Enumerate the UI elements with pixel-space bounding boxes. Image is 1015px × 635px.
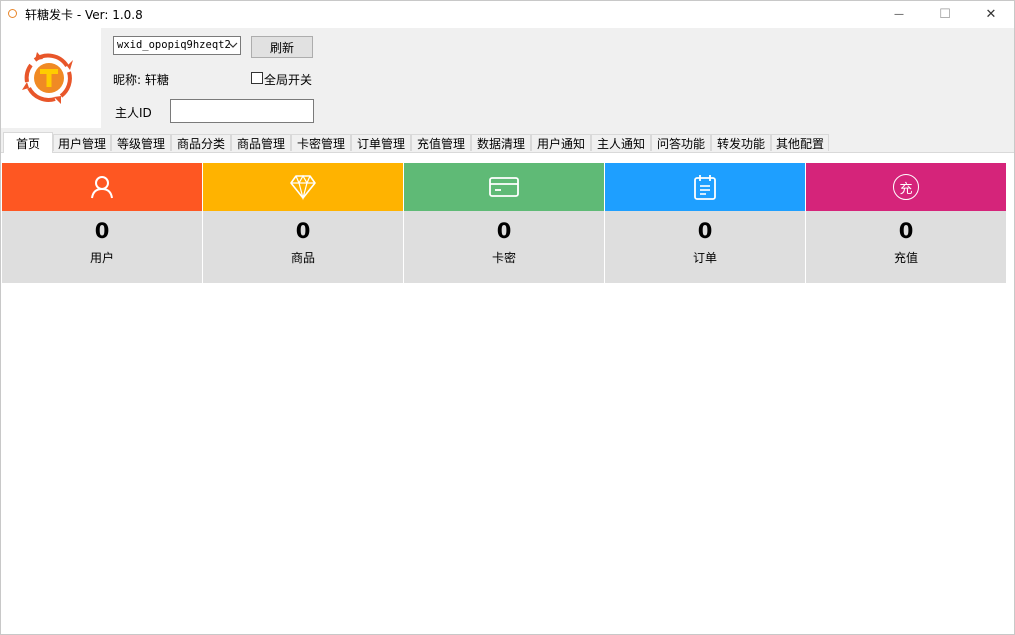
card-icon (489, 177, 519, 197)
stat-label: 商品 (290, 251, 315, 265)
tab-order-management[interactable]: 订单管理 (351, 134, 411, 151)
clipboard-icon (694, 175, 716, 200)
recharge-icon-text: 充 (899, 181, 913, 197)
stats-cards: 0 用户 0 商品 0 卡密 0 订单 充 0 充值 (2, 163, 1007, 283)
stat-label: 订单 (692, 251, 717, 265)
global-switch-checkbox[interactable] (251, 72, 263, 84)
stat-label: 卡密 (491, 251, 516, 265)
stat-card-header (605, 163, 805, 211)
stat-card-card-keys[interactable]: 0 卡密 (404, 163, 604, 283)
chevron-down-icon (228, 42, 238, 48)
main-tabs: 首页 用户管理 等级管理 商品分类 商品管理 卡密管理 订单管理 充值管理 数据… (1, 132, 1014, 153)
close-button[interactable]: ✕ (968, 1, 1014, 28)
owner-id-input[interactable] (170, 99, 314, 123)
account-select-value: wxid_opopiq9hzeqt2 (117, 39, 231, 51)
nickname-label: 昵称: 轩糖 (113, 73, 169, 87)
stat-card-products[interactable]: 0 商品 (203, 163, 403, 283)
diamond-icon (290, 174, 316, 201)
tab-product-category[interactable]: 商品分类 (171, 134, 231, 151)
logo-icon (22, 52, 73, 104)
tab-other-settings[interactable]: 其他配置 (771, 134, 829, 151)
user-icon (91, 176, 113, 199)
app-window: 轩糖发卡 - Ver: 1.0.8 — ☐ ✕ wxid_opopiq9hzeq… (0, 0, 1015, 635)
minimize-button[interactable]: — (876, 1, 922, 28)
account-select[interactable]: wxid_opopiq9hzeqt2 (113, 36, 241, 55)
stat-label: 用户 (89, 251, 114, 265)
tab-recharge-management[interactable]: 充值管理 (411, 134, 471, 151)
stat-value: 0 (697, 219, 713, 243)
stat-card-recharge[interactable]: 充 0 充值 (806, 163, 1006, 283)
stat-card-header (2, 163, 202, 211)
stat-card-header (203, 163, 403, 211)
global-switch-label[interactable]: 全局开关 (264, 71, 312, 88)
recharge-icon: 充 (893, 174, 919, 200)
maximize-button[interactable]: ☐ (922, 1, 968, 28)
stat-value: 0 (496, 219, 512, 243)
stat-card-orders[interactable]: 0 订单 (605, 163, 805, 283)
close-icon: ✕ (985, 7, 997, 22)
refresh-button-label: 刷新 (269, 40, 294, 55)
window-title: 轩糖发卡 - Ver: 1.0.8 (25, 8, 143, 22)
owner-id-label: 主人ID (115, 106, 152, 120)
tab-card-key-management[interactable]: 卡密管理 (291, 134, 351, 151)
stat-value: 0 (295, 219, 311, 243)
stat-value: 0 (898, 219, 914, 243)
app-icon (8, 9, 17, 18)
tab-qa-function[interactable]: 问答功能 (651, 134, 711, 151)
tab-level-management[interactable]: 等级管理 (111, 134, 171, 151)
tab-product-management[interactable]: 商品管理 (231, 134, 291, 151)
tab-owner-notification[interactable]: 主人通知 (591, 134, 651, 151)
stat-label: 充值 (893, 251, 918, 265)
maximize-icon: ☐ (939, 7, 951, 22)
tab-user-notification[interactable]: 用户通知 (531, 134, 591, 151)
tab-user-management[interactable]: 用户管理 (53, 134, 111, 151)
tab-data-cleanup[interactable]: 数据清理 (471, 134, 531, 151)
stat-card-header (404, 163, 604, 211)
app-logo (1, 28, 101, 128)
tab-home[interactable]: 首页 (3, 132, 53, 153)
minimize-icon: — (894, 9, 904, 20)
tab-forward-function[interactable]: 转发功能 (711, 134, 771, 151)
stat-card-header: 充 (806, 163, 1006, 211)
title-bar: 轩糖发卡 - Ver: 1.0.8 — ☐ ✕ (1, 1, 1014, 28)
stat-card-users[interactable]: 0 用户 (2, 163, 202, 283)
stat-value: 0 (94, 219, 110, 243)
refresh-button[interactable]: 刷新 (251, 36, 313, 58)
account-panel: wxid_opopiq9hzeqt2 刷新 昵称: 轩糖 全局开关 主人ID (1, 28, 1014, 132)
